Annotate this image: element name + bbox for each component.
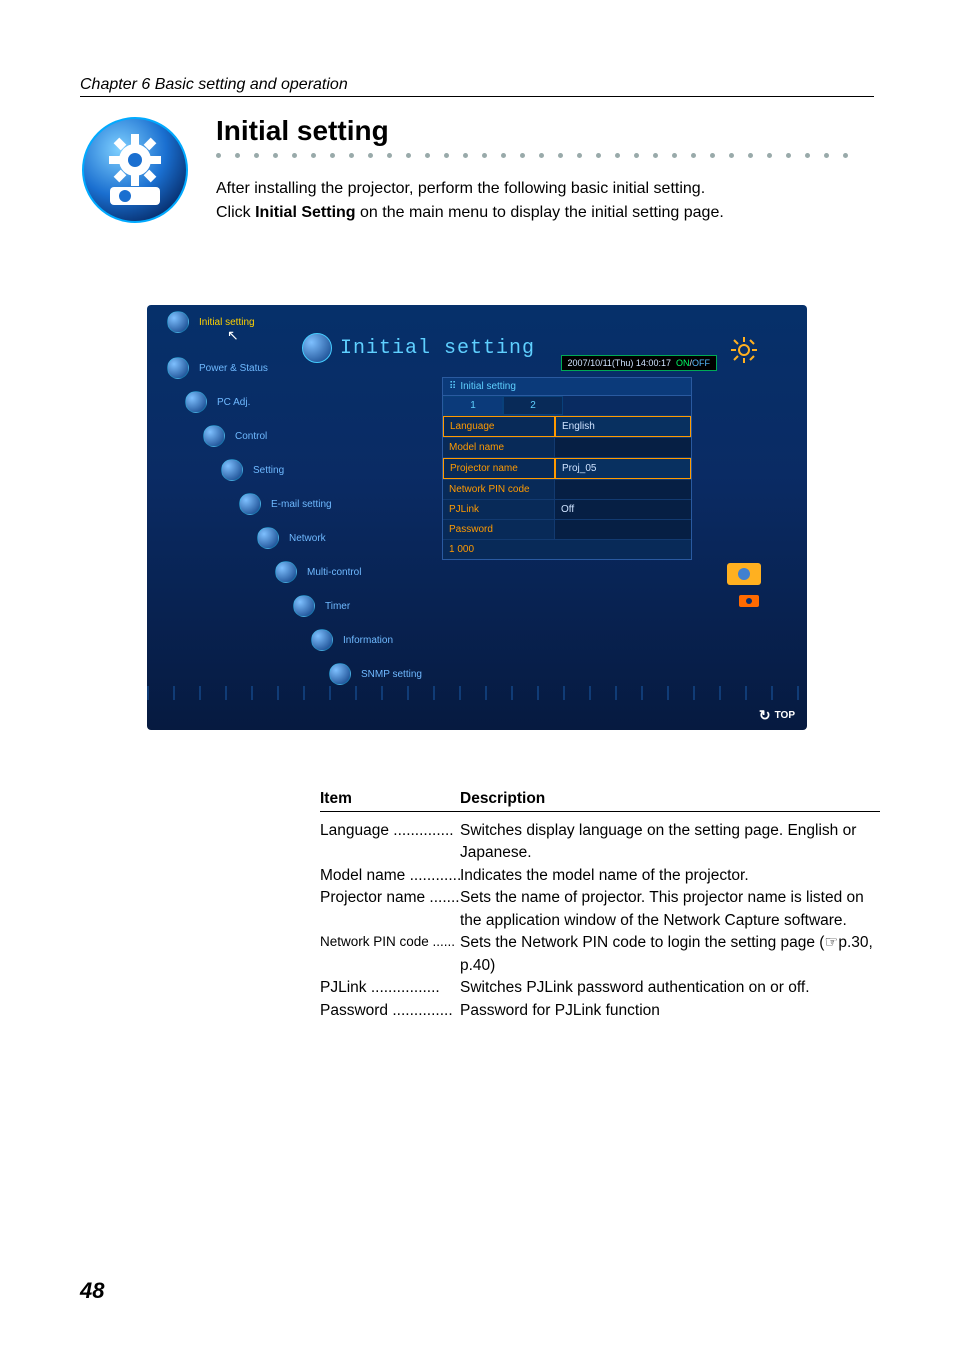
table-cell-desc: Switches PJLink password authentication … [460,977,880,999]
table-row: Model name ............Indicates the mod… [320,865,880,887]
row-value: English [555,416,691,437]
table-head-item: Item [320,790,460,808]
sidebar-item-multi-control[interactable]: Multi-control [265,555,557,589]
monitor-icon [185,391,207,413]
decorative-ruler [147,686,807,700]
row-model-name: Model name [443,437,691,457]
table-cell-item: Network PIN code ...... [320,932,460,977]
intro-line-1: After installing the projector, perform … [216,180,705,197]
row-value [555,520,691,539]
row-language[interactable]: LanguageEnglish [443,415,691,437]
sidebar-item-label: Network [289,533,326,544]
control-icon [203,425,225,447]
row-projector-name[interactable]: Projector nameProj_05 [443,457,691,479]
row-key: PJLink [443,500,555,519]
table-cell-desc: Sets the name of projector. This project… [460,887,880,932]
row-pjlink[interactable]: PJLinkOff [443,499,691,519]
table-row: Language ..............Switches display … [320,820,880,865]
sidebar-item-label: Timer [325,601,350,612]
table-row: Projector name ........Sets the name of … [320,887,880,932]
gear-icon [302,333,332,363]
sidebar-item-label: Control [235,431,267,442]
row-network-pin[interactable]: Network PIN code [443,479,691,499]
table-cell-desc: Password for PJLink function [460,1000,880,1022]
panel-footer: 1 000 [443,539,691,559]
panel-header: ⠿ Initial setting [443,378,691,396]
sidebar-item-label: Multi-control [307,567,361,578]
panel-tabs: 1 2 [443,396,691,415]
settings-gear-badge-icon [80,115,190,225]
sidebar-item-label: PC Adj. [217,397,250,408]
row-value [555,438,691,457]
multi-icon [275,561,297,583]
sidebar-item-label: Power & Status [199,363,268,374]
datetime-text: 2007/10/11(Thu) 14:00:17 [568,358,671,368]
intro-text: After installing the projector, perform … [216,177,874,225]
intro-bold: Initial Setting [255,204,355,221]
row-key: Network PIN code [443,480,555,499]
table-cell-desc: Sets the Network PIN code to login the s… [460,932,880,977]
intro-line-2a: Click [216,204,255,221]
row-key: Language [443,416,555,437]
table-cell-item: Projector name ........ [320,887,460,932]
table-row: PJLink ................Switches PJLink p… [320,977,880,999]
row-key: Model name [443,438,555,457]
table-cell-desc: Switches display language on the setting… [460,820,880,865]
sidebar-item-label: Initial setting [199,317,255,328]
mail-icon [239,493,261,515]
panel-title-badge: Initial setting [302,333,535,363]
off-label: OFF [692,358,710,368]
description-table: Item Description Language ..............… [320,790,880,1022]
sidebar-item-label: Setting [253,465,284,476]
sidebar-item-label: SNMP setting [361,669,422,680]
table-cell-item: PJLink ................ [320,977,460,999]
row-password[interactable]: Password [443,519,691,539]
grid-icon: ⠿ [449,381,456,392]
table-header: Item Description [320,790,880,812]
table-row: Network PIN code ......Sets the Network … [320,932,880,977]
network-icon [257,527,279,549]
power-icon [167,357,189,379]
decorative-dots [216,153,874,163]
row-value: Off [555,500,691,519]
sidebar-item-label: Information [343,635,393,646]
gear-icon [167,311,189,333]
page-number: 48 [80,1278,104,1304]
page-title: Initial setting [216,115,874,147]
web-ui-screenshot: Initial setting ↖ Power & Status PC Adj.… [147,305,807,730]
tab-2[interactable]: 2 [503,396,563,415]
wrench-icon [221,459,243,481]
table-head-desc: Description [460,790,545,808]
chapter-heading: Chapter 6 Basic setting and operation [80,76,874,97]
top-link-label: TOP [775,710,795,721]
sun-icon [729,335,759,365]
table-row: Password ..............Password for PJLi… [320,1000,880,1022]
decorative-projector-icon [717,555,777,615]
snmp-icon [329,663,351,685]
sidebar-item-label: E-mail setting [271,499,332,510]
table-cell-desc: Indicates the model name of the projecto… [460,865,880,887]
timer-icon [293,595,315,617]
table-cell-item: Language .............. [320,820,460,865]
tab-1[interactable]: 1 [443,396,503,415]
sidebar-item-timer[interactable]: Timer [283,589,557,623]
top-link[interactable]: TOP [759,707,795,724]
sidebar-item-information[interactable]: Information [301,623,557,657]
row-value [555,480,691,499]
row-key: Projector name [443,458,555,479]
intro-line-2c: on the main menu to display the initial … [356,204,724,221]
table-cell-item: Model name ............ [320,865,460,887]
info-icon [311,629,333,651]
panel-title-text: Initial setting [340,337,535,360]
row-value: Proj_05 [555,458,691,479]
on-label: ON [676,358,690,368]
row-key: Password [443,520,555,539]
datetime-display: 2007/10/11(Thu) 14:00:17 ON/OFF [561,355,717,371]
settings-panel: ⠿ Initial setting 1 2 LanguageEnglish Mo… [442,377,692,560]
table-cell-item: Password .............. [320,1000,460,1022]
cursor-icon: ↖ [227,327,239,344]
panel-header-text: Initial setting [460,381,516,392]
